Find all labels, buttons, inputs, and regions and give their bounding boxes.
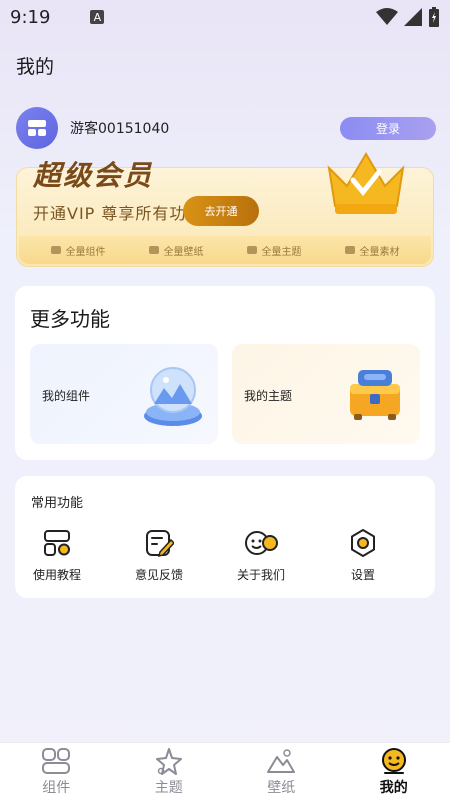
avatar[interactable] (16, 107, 58, 149)
username: 游客00151040 (70, 121, 170, 137)
crown-icon (327, 152, 405, 214)
battery-icon (429, 7, 439, 27)
material-perk-icon (344, 246, 355, 254)
smiley-icon (381, 748, 406, 774)
nav-label: 主题 (154, 780, 183, 796)
bottom-nav: 组件 主题 壁纸 我的 (0, 742, 450, 800)
common-functions-title: 常用功能 (31, 496, 84, 511)
tile-label: 我的主题 (244, 389, 293, 403)
more-functions-title: 更多功能 (30, 307, 110, 331)
tutorial-icon (44, 530, 70, 556)
perk-item: 全量主题 (246, 243, 302, 258)
wifi-icon (376, 8, 398, 25)
about-icon (245, 531, 278, 555)
status-time: 9:19 (10, 6, 51, 28)
mountain-icon (267, 749, 296, 773)
nav-label: 壁纸 (267, 780, 296, 796)
avatar-icon (28, 120, 46, 136)
nav-item-widgets[interactable]: 组件 (0, 743, 113, 800)
profile-row: 游客00151040 登录 (16, 107, 436, 149)
perk-item: 全量素材 (344, 243, 400, 258)
status-bar: 9:19 A (0, 0, 450, 34)
vip-subtitle: 开通VIP 尊享所有功 (33, 204, 187, 223)
my-widgets-tile[interactable]: 我的组件 (30, 344, 218, 444)
open-vip-button[interactable]: 去开通 (183, 196, 259, 226)
my-themes-tile[interactable]: 我的主题 (232, 344, 420, 444)
signal-icon (404, 8, 422, 26)
more-functions-card: 更多功能 我的组件 我的主题 (15, 286, 435, 460)
nav-label: 组件 (42, 780, 71, 796)
crystal-globe-icon (144, 367, 202, 426)
page-title: 我的 (16, 56, 55, 78)
nav-item-wallpapers[interactable]: 壁纸 (225, 743, 338, 800)
tile-label: 我的组件 (42, 389, 91, 403)
vip-perks-strip: 全量组件 全量壁纸 全量主题 全量素材 (19, 236, 431, 264)
vip-card[interactable]: 超级会员 开通VIP 尊享所有功 去开通 全量组件 全量壁纸 全量主题 全量素材 (16, 152, 434, 267)
toolbox-icon (350, 370, 400, 420)
nav-item-themes[interactable]: 主题 (113, 743, 226, 800)
settings-icon (351, 529, 375, 557)
vip-title: 超级会员 (33, 159, 154, 192)
func-label: 设置 (350, 568, 375, 582)
login-button[interactable]: 登录 (340, 117, 436, 140)
nav-item-mine[interactable]: 我的 (338, 743, 450, 800)
theme-perk-icon (246, 246, 257, 254)
func-label: 关于我们 (236, 568, 285, 582)
func-label: 使用教程 (32, 568, 81, 582)
widgets-icon (42, 748, 71, 774)
feedback-button[interactable]: 意见反馈 (119, 528, 199, 583)
feedback-icon (146, 530, 174, 558)
accessibility-badge-icon: A (90, 10, 105, 24)
settings-button[interactable]: 设置 (323, 528, 403, 583)
perk-item: 全量壁纸 (148, 243, 204, 258)
nav-label: 我的 (379, 780, 408, 796)
widget-perk-icon (50, 246, 61, 254)
star-icon (155, 748, 182, 775)
about-us-button[interactable]: 关于我们 (221, 528, 301, 583)
tutorial-button[interactable]: 使用教程 (17, 528, 97, 583)
common-functions-card: 常用功能 使用教程 意见反馈 关于我们 设置 (15, 476, 435, 598)
perk-item: 全量组件 (50, 243, 106, 258)
wallpaper-perk-icon (148, 246, 159, 254)
func-label: 意见反馈 (134, 568, 183, 582)
